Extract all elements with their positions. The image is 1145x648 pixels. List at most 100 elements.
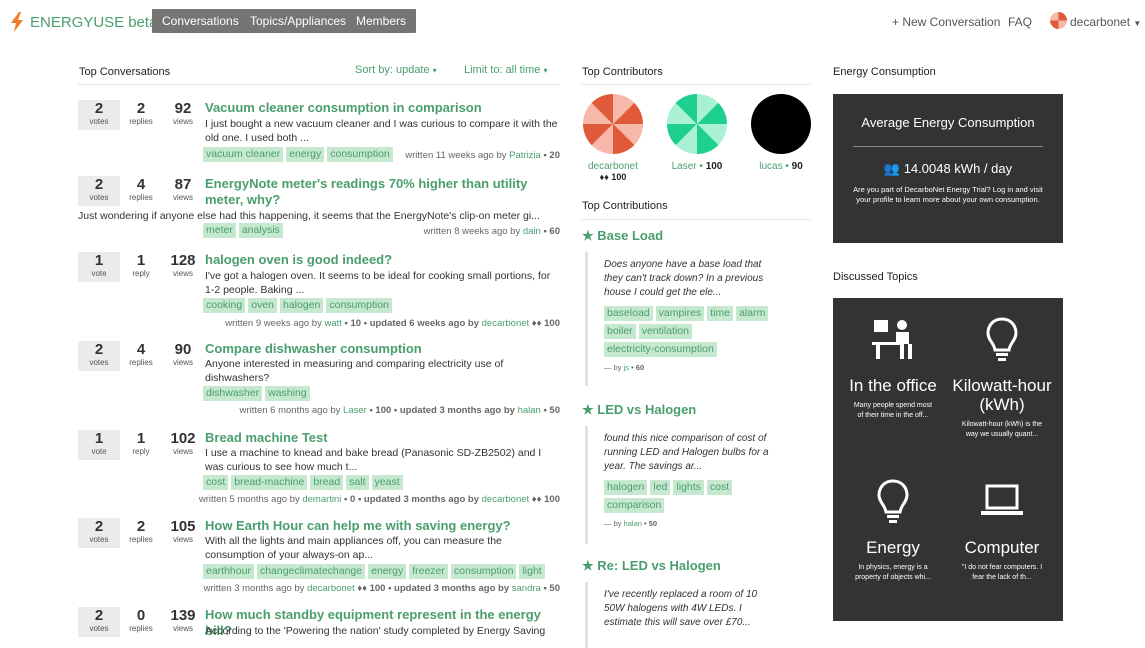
topic-computer[interactable]: Computer "I do not fear computers. I fea…: [947, 478, 1057, 583]
star-icon: ★: [582, 402, 594, 417]
energy-consumption-card: Average Energy Consumption 👥 14.0048 kWh…: [833, 94, 1063, 243]
tag[interactable]: ventilation: [638, 324, 692, 339]
updater-link[interactable]: decarbonet: [482, 318, 530, 329]
author-link[interactable]: halan: [624, 519, 642, 528]
contribution-byline: — by halan • 50: [604, 519, 780, 528]
tag[interactable]: energy: [368, 564, 407, 579]
updater-link[interactable]: decarbonet: [482, 494, 530, 505]
brand-logo[interactable]: ENERGYUSE beta: [10, 12, 157, 32]
updater-link[interactable]: sandra: [512, 583, 541, 594]
topic-energy[interactable]: Energy In physics, energy is a property …: [838, 478, 948, 583]
tag[interactable]: bread-machine: [231, 475, 308, 490]
tag[interactable]: cooking: [203, 298, 246, 313]
user-menu[interactable]: decarbonet ▼: [1070, 15, 1141, 29]
vote-label: votes: [89, 535, 109, 544]
tag[interactable]: meter: [203, 223, 236, 238]
tag[interactable]: boiler: [604, 324, 636, 339]
conversation-meta: written 9 weeks ago by watt • 10 • updat…: [225, 318, 560, 329]
vote-label: vote: [91, 269, 107, 278]
conversation-title[interactable]: Bread machine Test: [205, 430, 560, 446]
tag[interactable]: cost: [706, 480, 733, 495]
sort-dropdown[interactable]: Sort by: update ▾: [355, 64, 437, 76]
view-count: 87 views: [162, 176, 204, 202]
tag[interactable]: consumption: [326, 298, 392, 313]
tag[interactable]: washing: [265, 386, 310, 401]
topic-in-the-office[interactable]: In the office Many people spend most of …: [838, 316, 948, 421]
vote-count: 1 vote: [78, 430, 120, 460]
contribution-title[interactable]: ★ Base Load: [582, 228, 663, 244]
conversation-title[interactable]: Vacuum cleaner consumption in comparison: [205, 100, 560, 116]
tag[interactable]: energy: [286, 147, 325, 162]
tag[interactable]: consumption: [327, 147, 393, 162]
author-link[interactable]: decarbonet: [307, 583, 355, 594]
vote-count: 2 votes: [78, 518, 120, 548]
tag[interactable]: bread: [310, 475, 344, 490]
tag[interactable]: light: [519, 564, 545, 579]
tag[interactable]: lights: [673, 480, 704, 495]
author-link[interactable]: watt: [324, 318, 341, 329]
conversation-title[interactable]: halogen oven is good indeed?: [205, 252, 560, 268]
tag[interactable]: baseload: [604, 306, 653, 321]
contributor-lucas[interactable]: lucas • 90: [750, 94, 812, 172]
contribution-excerpt: I've recently replaced a room of 10 50W …: [604, 589, 758, 628]
tag[interactable]: electricity-consumption: [604, 342, 717, 357]
vote-number: 2: [94, 341, 104, 358]
reply-number: 0: [136, 607, 146, 624]
energy-value: 14.0048 kWh / day: [903, 161, 1013, 176]
meta-text: written 11 weeks ago by: [405, 150, 510, 161]
conversation-title[interactable]: How Earth Hour can help me with saving e…: [205, 518, 560, 534]
conversation-title[interactable]: Compare dishwasher consumption: [205, 341, 560, 357]
tag[interactable]: salt: [346, 475, 369, 490]
laptop-icon: [981, 484, 1023, 515]
contribution-title[interactable]: ★ Re: LED vs Halogen: [582, 558, 721, 574]
tag[interactable]: freezer: [409, 564, 448, 579]
tag[interactable]: vampires: [655, 306, 705, 321]
limit-dropdown[interactable]: Limit to: all time ▾: [464, 64, 548, 76]
user-name: decarbonet: [1070, 15, 1131, 29]
tag[interactable]: cost: [203, 475, 229, 490]
user-avatar[interactable]: [1050, 12, 1067, 29]
tag[interactable]: halogen: [279, 298, 324, 313]
faq-link[interactable]: FAQ: [1008, 15, 1032, 29]
tag[interactable]: comparison: [604, 498, 665, 513]
tag[interactable]: halogen: [604, 480, 648, 495]
meta-text: written 8 weeks ago by: [423, 226, 523, 237]
nav-conversations-button[interactable]: Conversations: [152, 9, 249, 33]
lightning-bolt-icon: [11, 12, 23, 32]
tag[interactable]: analysis: [238, 223, 283, 238]
conversation-title[interactable]: EnergyNote meter's readings 70% higher t…: [205, 176, 560, 208]
tag[interactable]: alarm: [736, 306, 769, 321]
author-link[interactable]: Patrizia: [509, 150, 541, 161]
author-link[interactable]: Laser: [343, 405, 367, 416]
author-link[interactable]: demartini: [302, 494, 341, 505]
contributor-laser[interactable]: Laser • 100: [666, 94, 728, 172]
tag[interactable]: yeast: [371, 475, 403, 490]
reply-label: replies: [129, 193, 153, 202]
contribution-byline: — by js • 60: [604, 363, 780, 372]
view-label: views: [172, 624, 193, 633]
tag[interactable]: time: [707, 306, 734, 321]
updater-link[interactable]: halan: [518, 405, 541, 416]
tag[interactable]: changeclimatechange: [256, 564, 366, 579]
tag[interactable]: oven: [248, 298, 277, 313]
tag[interactable]: earthhour: [203, 564, 254, 579]
updater-score: • 50: [540, 405, 560, 416]
contributor-decarbonet[interactable]: decarbonet ♦♦ 100: [582, 94, 644, 182]
view-label: views: [172, 358, 193, 367]
contribution-title[interactable]: ★ LED vs Halogen: [582, 402, 696, 418]
new-conversation-link[interactable]: + New Conversation: [892, 15, 1000, 29]
tag-list: vacuum cleaner energy consumption: [203, 147, 393, 162]
conversation-excerpt: I just bought a new vacuum cleaner and I…: [205, 118, 558, 144]
topic-kilowatt-hour[interactable]: Kilowatt-hour (kWh) Kilowatt-hour (kWh) …: [947, 316, 1057, 440]
author-link[interactable]: dain: [523, 226, 541, 237]
view-label: views: [172, 193, 193, 202]
nav-members-button[interactable]: Members: [346, 9, 417, 33]
meta-text: written 5 months ago by: [198, 494, 303, 505]
tag[interactable]: led: [650, 480, 671, 495]
tag[interactable]: vacuum cleaner: [203, 147, 284, 162]
reply-number: 4: [136, 341, 146, 358]
nav-topics-button[interactable]: Topics/Appliances: [240, 9, 357, 33]
updater-score: • 50: [540, 583, 560, 594]
tag[interactable]: consumption: [450, 564, 517, 579]
tag[interactable]: dishwasher: [203, 386, 263, 401]
